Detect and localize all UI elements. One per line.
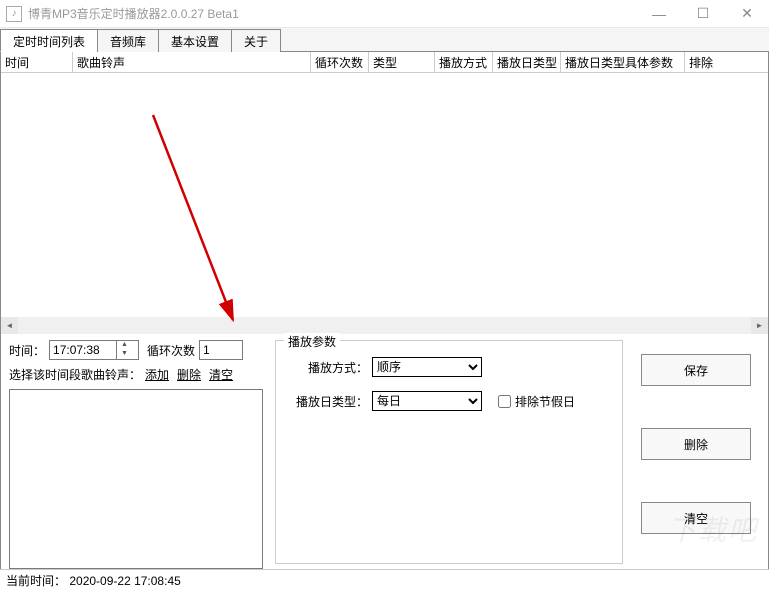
clear-button[interactable]: 清空 [641,502,751,534]
tab-audio-library[interactable]: 音频库 [97,29,159,52]
tab-basic-settings[interactable]: 基本设置 [158,29,232,52]
list-header: 时间 歌曲铃声 循环次数 类型 播放方式 播放日类型 播放日类型具体参数 排除 [1,52,768,73]
play-mode-label: 播放方式： [286,359,368,376]
col-time[interactable]: 时间 [1,52,73,72]
save-button[interactable]: 保存 [641,354,751,386]
action-buttons: 保存 删除 清空 [627,334,757,570]
delete-button[interactable]: 删除 [641,428,751,460]
loop-input[interactable] [199,340,243,360]
status-time: 2020-09-22 17:08:45 [69,574,180,588]
status-label: 当前时间： [6,574,66,588]
play-params-legend: 播放参数 [284,333,340,350]
close-button[interactable]: ✕ [725,0,769,28]
time-label: 时间： [9,342,45,359]
minimize-button[interactable]: — [637,0,681,28]
play-params-group: 播放参数 播放方式： 顺序 播放日类型： 每日 排除节假日 [275,340,623,564]
title-bar: ♪ 博青MP3音乐定时播放器2.0.0.27 Beta1 — ☐ ✕ [0,0,769,28]
exclude-holiday-wrapper: 排除节假日 [494,392,576,411]
time-input-wrapper: ▲ ▼ [49,340,139,360]
col-exclude[interactable]: 排除 [685,52,725,72]
horizontal-scrollbar[interactable]: ◄ ► [1,317,768,334]
play-daytype-select[interactable]: 每日 [372,391,482,411]
exclude-holiday-label: 排除节假日 [515,393,575,410]
play-daytype-label: 播放日类型： [286,393,368,410]
loop-label: 循环次数 [147,342,195,359]
tab-bar: 定时时间列表 音频库 基本设置 关于 [0,28,769,52]
exclude-holiday-checkbox[interactable] [498,395,511,408]
col-song[interactable]: 歌曲铃声 [73,52,311,72]
col-loop[interactable]: 循环次数 [311,52,369,72]
tab-timed-list[interactable]: 定时时间列表 [0,29,98,52]
left-form: 时间： ▲ ▼ 循环次数 选择该时间段歌曲铃声： 添加 删除 清空 [1,334,271,570]
tab-about[interactable]: 关于 [231,29,281,52]
col-playmode[interactable]: 播放方式 [435,52,493,72]
scroll-right-arrow[interactable]: ► [751,317,768,334]
list-body[interactable] [1,73,768,317]
scroll-left-arrow[interactable]: ◄ [1,317,18,334]
select-song-label: 选择该时间段歌曲铃声： [9,366,141,383]
window-title: 博青MP3音乐定时播放器2.0.0.27 Beta1 [28,5,239,22]
status-bar: 当前时间： 2020-09-22 17:08:45 [0,569,769,589]
clear-link[interactable]: 清空 [209,366,233,383]
delete-link[interactable]: 删除 [177,366,201,383]
time-spin-down[interactable]: ▼ [117,350,132,359]
app-icon: ♪ [6,6,22,22]
tab-content: 时间 歌曲铃声 循环次数 类型 播放方式 播放日类型 播放日类型具体参数 排除 … [0,52,769,572]
time-spin-up[interactable]: ▲ [117,341,132,350]
col-daytype[interactable]: 播放日类型 [493,52,561,72]
col-daytype-params[interactable]: 播放日类型具体参数 [561,52,685,72]
time-input[interactable] [50,342,116,358]
add-link[interactable]: 添加 [145,366,169,383]
play-mode-select[interactable]: 顺序 [372,357,482,377]
lower-panel: 时间： ▲ ▼ 循环次数 选择该时间段歌曲铃声： 添加 删除 清空 [1,334,768,570]
maximize-button[interactable]: ☐ [681,0,725,28]
col-type[interactable]: 类型 [369,52,435,72]
song-listbox[interactable] [9,389,263,569]
